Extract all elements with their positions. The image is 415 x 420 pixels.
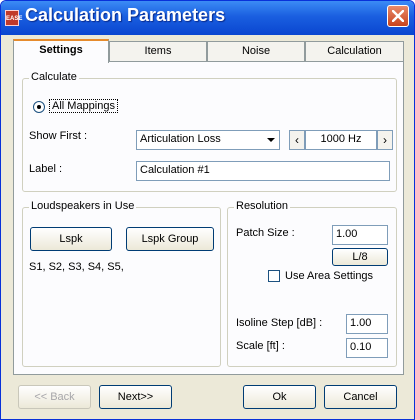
label-field-label: Label : xyxy=(29,163,63,175)
title-bar[interactable]: EASE Calculation Parameters xyxy=(1,1,414,35)
use-area-settings-checkbox[interactable] xyxy=(268,270,280,282)
ok-button-label: Ok xyxy=(272,391,287,403)
loudspeakers-group: Loudspeakers in Use Lspk Lspk Group S1, … xyxy=(22,200,221,367)
tab-calculation[interactable]: Calculation xyxy=(305,41,404,61)
tab-calculation-label: Calculation xyxy=(327,45,382,57)
chevron-down-icon xyxy=(267,138,275,142)
chevron-right-icon: › xyxy=(383,133,387,147)
patch-size-input[interactable]: 1.00 xyxy=(332,225,388,245)
tab-settings[interactable]: Settings xyxy=(13,39,109,63)
resolution-group-label: Resolution xyxy=(234,200,290,212)
lspk-group-button-label: Lspk Group xyxy=(141,233,199,245)
calculate-group: Calculate All Mappings Show First : Arti… xyxy=(22,71,397,192)
app-logo-icon: EASE xyxy=(5,10,22,26)
frequency-decrement-button[interactable]: ‹ xyxy=(289,130,305,150)
lspk-group-button[interactable]: Lspk Group xyxy=(126,227,214,251)
tab-items-label: Items xyxy=(144,45,172,57)
l8-button[interactable]: L/8 xyxy=(332,248,388,266)
patch-size-label: Patch Size : xyxy=(236,227,295,239)
dialog-window: EASE Calculation Parameters Settings Ite… xyxy=(0,0,415,420)
window-title: Calculation Parameters xyxy=(25,5,226,25)
chevron-left-icon: ‹ xyxy=(295,133,299,147)
all-mappings-label[interactable]: All Mappings xyxy=(49,99,118,113)
resolution-group: Resolution Patch Size : 1.00 L/8 Use Are… xyxy=(227,200,397,367)
cancel-button-label: Cancel xyxy=(343,391,378,403)
ok-button[interactable]: Ok xyxy=(243,385,316,409)
isoline-step-input[interactable]: 1.00 xyxy=(346,314,388,334)
isoline-step-value: 1.00 xyxy=(350,317,372,329)
tab-settings-label: Settings xyxy=(39,44,83,56)
next-button[interactable]: Next>> xyxy=(99,385,172,409)
calculate-group-label: Calculate xyxy=(29,71,79,83)
all-mappings-radio[interactable] xyxy=(33,101,45,113)
dropdown-button[interactable] xyxy=(262,132,278,148)
cancel-button[interactable]: Cancel xyxy=(324,385,397,409)
show-first-label: Show First : xyxy=(29,130,88,142)
patch-size-value: 1.00 xyxy=(336,228,358,240)
show-first-select[interactable]: Articulation Loss xyxy=(136,130,280,150)
tab-noise-label: Noise xyxy=(241,45,271,57)
scale-label: Scale [ft] : xyxy=(236,340,285,352)
frequency-value: 1000 Hz xyxy=(320,133,362,145)
use-area-settings-label[interactable]: Use Area Settings xyxy=(285,270,373,282)
scale-input[interactable]: 0.10 xyxy=(346,338,388,358)
frequency-increment-button[interactable]: › xyxy=(377,130,393,150)
back-button[interactable]: << Back xyxy=(18,385,91,409)
loudspeakers-group-label: Loudspeakers in Use xyxy=(29,200,137,212)
label-input[interactable]: Calculation #1 xyxy=(136,161,390,181)
close-icon xyxy=(392,10,404,22)
tab-items[interactable]: Items xyxy=(109,41,207,61)
scale-value: 0.10 xyxy=(350,341,372,353)
close-button[interactable] xyxy=(387,5,409,27)
lspk-button[interactable]: Lspk xyxy=(30,227,112,251)
frequency-field[interactable]: 1000 Hz xyxy=(305,130,377,150)
isoline-step-label: Isoline Step [dB] : xyxy=(236,317,323,329)
tab-noise[interactable]: Noise xyxy=(207,41,305,61)
next-button-label: Next>> xyxy=(117,391,154,403)
show-first-value: Articulation Loss xyxy=(140,133,221,145)
label-input-value: Calculation #1 xyxy=(140,164,210,176)
settings-panel: Calculate All Mappings Show First : Arti… xyxy=(13,61,404,375)
l8-button-label: L/8 xyxy=(352,251,368,263)
lspk-button-label: Lspk xyxy=(59,233,83,245)
back-button-label: << Back xyxy=(34,391,75,403)
loudspeaker-list: S1, S2, S3, S4, S5, xyxy=(29,261,124,273)
